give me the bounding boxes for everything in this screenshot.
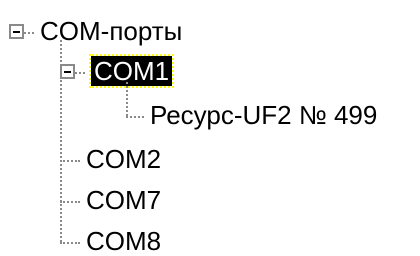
tree-item-com8[interactable]: COM8 <box>86 226 161 256</box>
tree-connector <box>60 242 80 244</box>
tree-connector <box>24 32 34 34</box>
tree-item-com7[interactable]: COM7 <box>86 185 161 215</box>
tree-view[interactable]: COM-порты COM1 Ресурс-UF2 № 499 COM2 COM… <box>0 0 420 256</box>
tree-connector <box>75 72 85 74</box>
root-collapse-toggle-icon[interactable] <box>9 24 24 39</box>
tree-item-com2[interactable]: COM2 <box>86 144 161 174</box>
tree-item-com1[interactable]: COM1 <box>88 54 175 88</box>
tree-connector <box>126 82 128 116</box>
tree-connector <box>126 116 144 118</box>
tree-item-resource-uf2[interactable]: Ресурс-UF2 № 499 <box>150 100 377 130</box>
tree-connector <box>60 201 80 203</box>
com1-collapse-toggle-icon[interactable] <box>60 64 75 79</box>
tree-connector <box>60 160 80 162</box>
